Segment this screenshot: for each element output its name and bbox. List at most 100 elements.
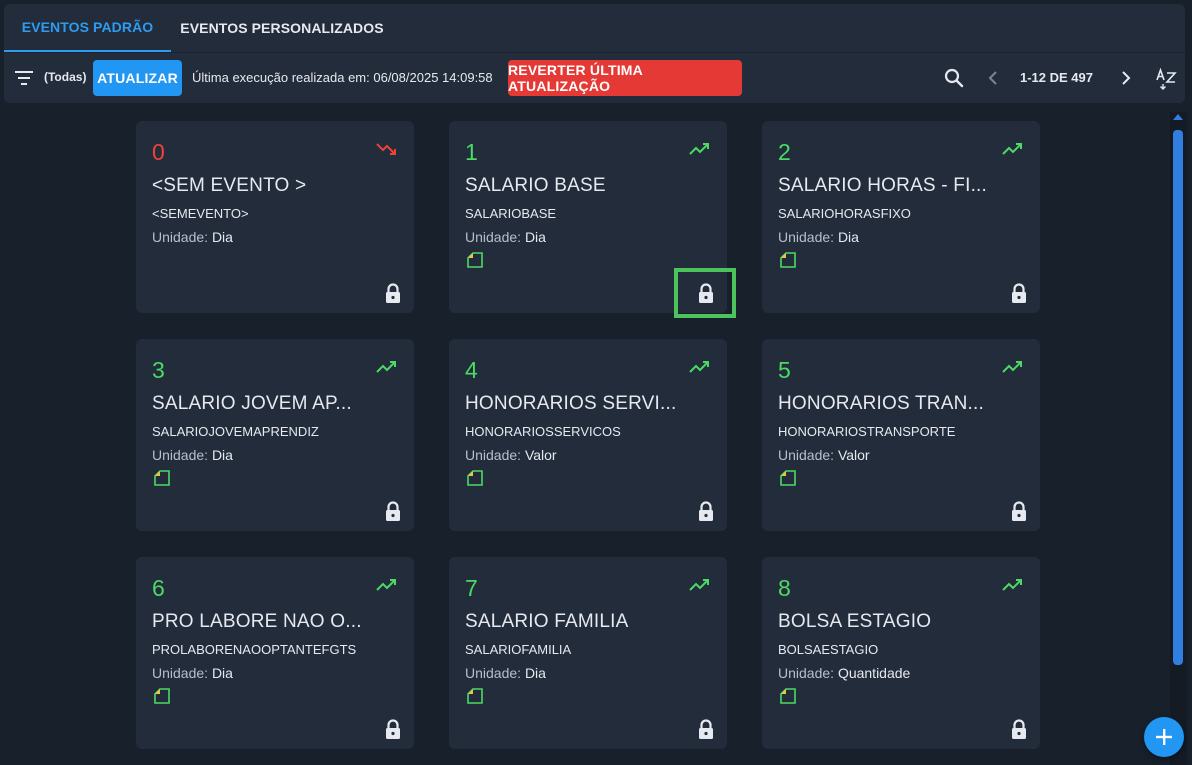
event-card[interactable]: 5 HONORARIOS TRAN... HONORARIOSTRANSPORTE U…: [762, 339, 1040, 531]
filter-icon[interactable]: [14, 69, 34, 87]
event-unit: Unidade: Valor: [465, 447, 557, 463]
event-number: 5: [778, 357, 791, 383]
filter-label[interactable]: (Todas): [44, 70, 86, 84]
event-title: SALARIO BASE: [465, 175, 606, 196]
event-code: SALARIOHORASFIXO: [778, 206, 911, 221]
event-title: BOLSA ESTAGIO: [778, 611, 932, 632]
tab-eventos-padrao[interactable]: EVENTOS PADRÃO: [4, 4, 171, 52]
event-code: HONORARIOSSERVICOS: [465, 424, 621, 439]
lock-icon[interactable]: [383, 282, 403, 304]
event-card[interactable]: 6 PRO LABORE NAO O... PROLABORENAOOPTANTEF…: [136, 557, 414, 749]
lock-icon[interactable]: [383, 718, 403, 740]
pagination-label: 1-12 DE 497: [1020, 70, 1093, 85]
document-icon: [780, 252, 796, 268]
unit-label: Unidade:: [152, 447, 209, 463]
event-number: 2: [778, 139, 791, 165]
event-code: <SEMEVENTO>: [152, 206, 249, 221]
last-execution-text: Última execução realizada em: 06/08/2025…: [192, 70, 493, 85]
search-icon[interactable]: [943, 67, 965, 89]
event-number: 4: [465, 357, 478, 383]
unit-label: Unidade:: [465, 229, 522, 245]
event-code: HONORARIOSTRANSPORTE: [778, 424, 956, 439]
lock-icon[interactable]: [696, 718, 716, 740]
scrollbar-thumb[interactable]: [1173, 130, 1183, 665]
trending-down-icon: [376, 143, 396, 155]
lock-icon[interactable]: [696, 500, 716, 522]
event-number: 3: [152, 357, 165, 383]
unit-label: Unidade:: [778, 665, 835, 681]
event-unit: Unidade: Quantidade: [778, 665, 910, 681]
event-number: 8: [778, 575, 791, 601]
event-number: 0: [152, 139, 165, 165]
lock-highlight-box: [674, 268, 736, 318]
chevron-left-icon[interactable]: [984, 68, 1004, 88]
trending-up-icon: [1002, 579, 1022, 591]
scroll-up-arrow-icon[interactable]: [1173, 114, 1183, 120]
trending-up-icon: [376, 361, 396, 373]
trending-up-icon: [689, 361, 709, 373]
trending-up-icon: [376, 579, 396, 591]
event-code: SALARIOJOVEMAPRENDIZ: [152, 424, 319, 439]
chevron-right-icon[interactable]: [1115, 68, 1135, 88]
event-card[interactable]: 8 BOLSA ESTAGIO BOLSAESTAGIO Unidade: Quant…: [762, 557, 1040, 749]
unit-label: Unidade:: [465, 447, 522, 463]
event-unit: Unidade: Dia: [465, 665, 546, 681]
event-number: 6: [152, 575, 165, 601]
event-title: <SEM EVENTO >: [152, 175, 307, 196]
event-unit: Unidade: Dia: [152, 447, 233, 463]
lock-icon[interactable]: [1009, 718, 1029, 740]
document-icon: [467, 688, 483, 704]
document-icon: [780, 470, 796, 486]
sort-alpha-icon[interactable]: [1154, 67, 1178, 91]
unit-value: Dia: [524, 665, 546, 681]
event-card[interactable]: 7 SALARIO FAMILIA SALARIOFAMILIA Unidade: D…: [449, 557, 727, 749]
plus-icon: [1156, 729, 1172, 745]
unit-value: Dia: [524, 229, 546, 245]
event-code: BOLSAESTAGIO: [778, 642, 879, 657]
unit-value: Valor: [837, 447, 870, 463]
unit-value: Dia: [211, 447, 233, 463]
event-unit: Unidade: Dia: [778, 229, 859, 245]
unit-label: Unidade:: [152, 229, 209, 245]
top-bar: EVENTOS PADRÃO EVENTOS PERSONALIZADOS (T…: [4, 4, 1185, 103]
toolbar: (Todas) ATUALIZAR Última execução realiz…: [4, 53, 1185, 103]
event-title: PRO LABORE NAO O...: [152, 611, 362, 632]
trending-up-icon: [689, 143, 709, 155]
event-card[interactable]: 0 <SEM EVENTO > <SEMEVENTO> Unidade: Dia: [136, 121, 414, 313]
document-icon: [780, 688, 796, 704]
event-unit: Unidade: Dia: [152, 229, 233, 245]
unit-label: Unidade:: [778, 447, 835, 463]
unit-value: Dia: [837, 229, 859, 245]
add-button[interactable]: [1144, 717, 1184, 757]
unit-label: Unidade:: [465, 665, 522, 681]
unit-value: Dia: [211, 229, 233, 245]
event-number: 7: [465, 575, 478, 601]
event-code: PROLABORENAOOPTANTEFGTS: [152, 642, 357, 657]
document-icon: [467, 470, 483, 486]
lock-icon[interactable]: [383, 500, 403, 522]
event-title: HONORARIOS TRAN...: [778, 393, 984, 414]
event-card[interactable]: 3 SALARIO JOVEM AP... SALARIOJOVEMAPRENDIZ…: [136, 339, 414, 531]
event-title: SALARIO FAMILIA: [465, 611, 629, 632]
event-unit: Unidade: Dia: [465, 229, 546, 245]
tab-eventos-personalizados[interactable]: EVENTOS PERSONALIZADOS: [171, 4, 393, 52]
lock-icon[interactable]: [1009, 500, 1029, 522]
event-card[interactable]: 2 SALARIO HORAS - FI... SALARIOHORASFIXO Un…: [762, 121, 1040, 313]
unit-value: Dia: [211, 665, 233, 681]
revert-last-update-button[interactable]: REVERTER ÚLTIMA ATUALIZAÇÃO: [508, 60, 742, 96]
document-icon: [154, 688, 170, 704]
event-number: 1: [465, 139, 478, 165]
unit-value: Valor: [524, 447, 557, 463]
unit-label: Unidade:: [152, 665, 209, 681]
trending-up-icon: [1002, 143, 1022, 155]
event-code: SALARIOFAMILIA: [465, 642, 572, 657]
unit-label: Unidade:: [778, 229, 835, 245]
event-title: SALARIO HORAS - FI...: [778, 175, 988, 196]
lock-icon[interactable]: [1009, 282, 1029, 304]
event-card[interactable]: 4 HONORARIOS SERVI... HONORARIOSSERVICOS Un…: [449, 339, 727, 531]
trending-up-icon: [1002, 361, 1022, 373]
document-icon: [154, 470, 170, 486]
update-button[interactable]: ATUALIZAR: [93, 60, 182, 96]
trending-up-icon: [689, 579, 709, 591]
event-title: SALARIO JOVEM AP...: [152, 393, 352, 414]
